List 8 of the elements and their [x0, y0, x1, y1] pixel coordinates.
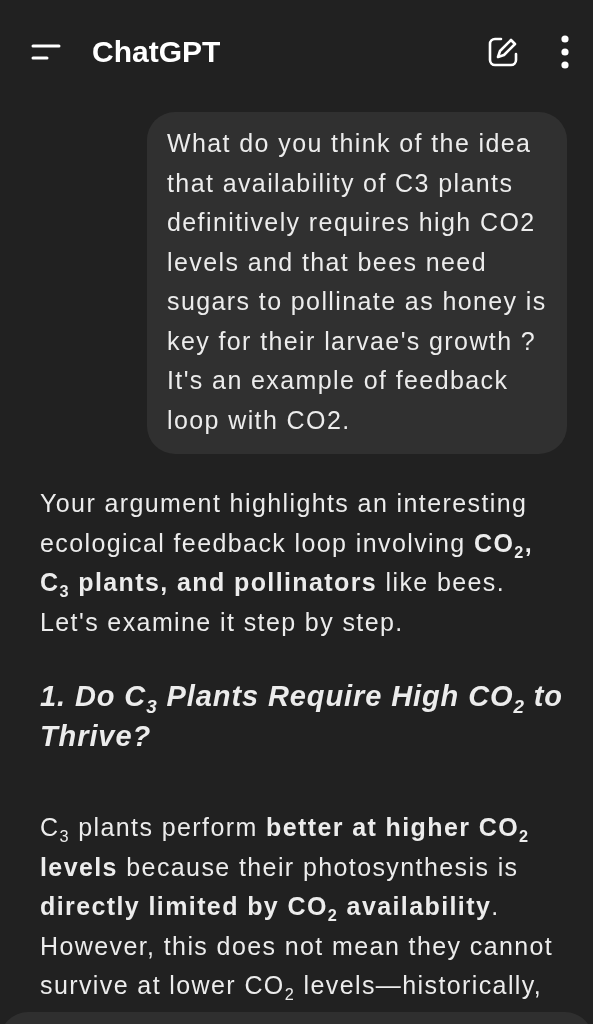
- menu-icon[interactable]: [30, 42, 62, 62]
- response-paragraph: C$_{3}$ plants perform better at higher CO$_{2}$ levels because their photosynthesis is directly limited by CO$_{2}$ availability. However, this does not mean they cannot survive at lower CO$_{2}$ levels—historically,: [40, 812, 555, 1005]
- app-title: ChatGPT: [92, 35, 222, 69]
- response-paragraph: Your argument highlights an interesting ecological feedback loop involving CO$_{2}$, C$_{3}$ plants, and pollinators like bees. Let's examine it step by step.: [40, 488, 535, 638]
- user-message: What do you think of the idea that availability of C3 plants definitively requires high CO2 levels and that bees need sugars to pollinate as honey is key for their larvae's growth ? It's an example of feedback loop with CO2.: [147, 112, 567, 454]
- edit-icon[interactable]: [487, 36, 519, 68]
- response-heading: 1. Do C$_{3}$ Plants Require High CO$_{2}$ to Thrive?: [40, 679, 563, 754]
- more-icon[interactable]: [561, 35, 569, 69]
